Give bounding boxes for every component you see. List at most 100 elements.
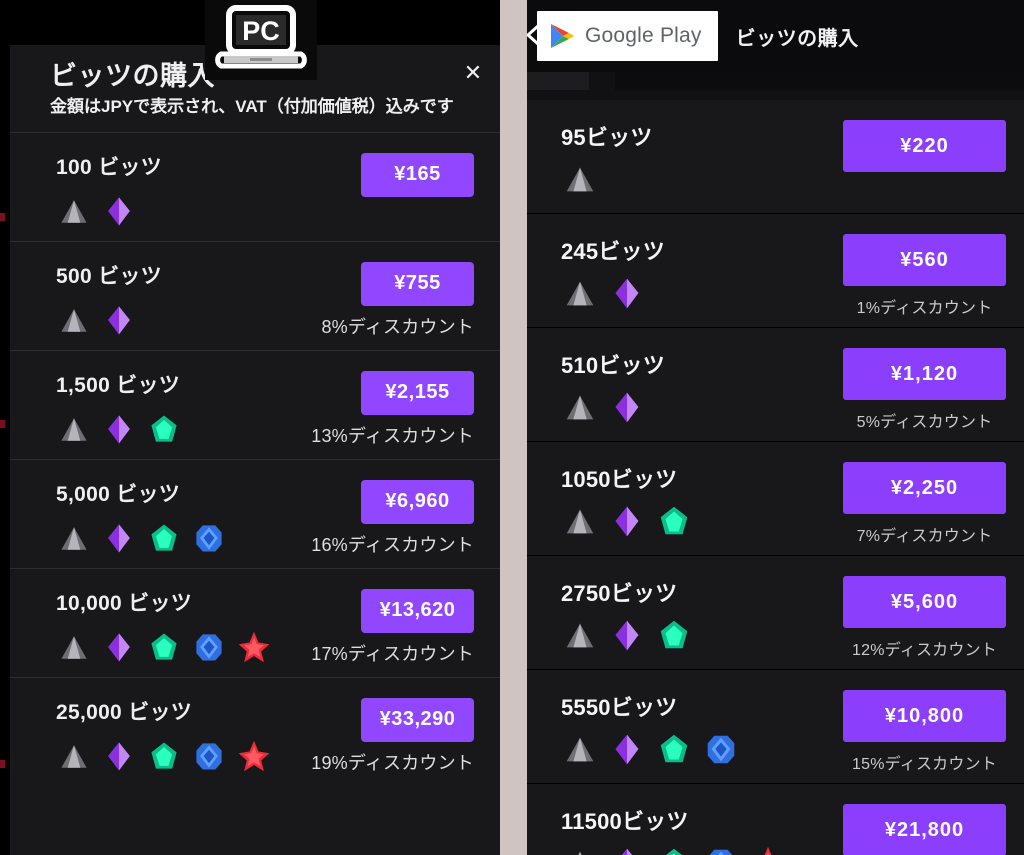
discount-label: 5%ディスカウント xyxy=(856,414,993,431)
bits-package-row[interactable]: 500 ビッツ ¥755 8%ディスカウント xyxy=(10,242,500,350)
bits-amount-label: 1050ビッツ xyxy=(561,467,678,492)
gem-tier-icons xyxy=(56,189,162,229)
buy-price-button[interactable]: ¥2,250 xyxy=(843,462,1006,514)
gray-triangle-icon xyxy=(566,623,594,648)
gray-triangle-icon xyxy=(566,281,594,306)
gray-triangle-icon xyxy=(61,526,87,550)
discount-label: 15%ディスカウント xyxy=(852,756,997,773)
bits-package-row[interactable]: 2750ビッツ ¥5,600 12%ディスカウント xyxy=(527,556,1024,669)
bits-package-row[interactable]: 1050ビッツ ¥2,250 7%ディスカウント xyxy=(527,442,1024,555)
package-info: 510ビッツ xyxy=(561,342,665,426)
bits-amount-label: 95ビッツ xyxy=(561,125,653,150)
gray-triangle-icon xyxy=(566,395,594,420)
buy-price-button[interactable]: ¥33,290 xyxy=(361,697,474,742)
red-star-icon xyxy=(238,740,270,772)
discount-label: 16%ディスカウント xyxy=(311,534,474,555)
buy-price-button[interactable]: ¥755 xyxy=(361,261,474,306)
purple-kite-icon xyxy=(615,620,639,651)
bits-amount-label: 10,000 ビッツ xyxy=(56,591,193,615)
purple-kite-icon xyxy=(615,506,639,537)
purple-kite-icon xyxy=(622,848,632,855)
buy-price-button[interactable]: ¥6,960 xyxy=(361,479,474,524)
gem-tier-icons xyxy=(56,516,227,556)
green-gem-icon xyxy=(151,415,177,442)
gem-tier-icons xyxy=(561,386,665,426)
gray-triangle-icon xyxy=(61,744,87,768)
blue-gem-icon xyxy=(196,525,222,552)
svg-text:PC: PC xyxy=(242,16,280,46)
buy-price-button[interactable]: ¥1,120 xyxy=(843,348,1006,400)
bits-package-row[interactable]: 5,000 ビッツ ¥6,960 16%ディスカウント xyxy=(10,460,500,568)
gem-tier-icons xyxy=(561,728,740,768)
green-gem-icon xyxy=(151,524,177,551)
close-icon[interactable]: ✕ xyxy=(458,58,488,88)
bits-package-row[interactable]: 10,000 ビッツ ¥13,620 17%ディスカウント xyxy=(10,569,500,677)
bits-package-row[interactable]: 11500ビッツ ¥21,80018%ディスカウント xyxy=(527,784,1024,855)
bits-package-row[interactable]: 1,500 ビッツ ¥2,155 13%ディスカウント xyxy=(10,351,500,459)
bits-amount-label: 245ビッツ xyxy=(561,239,665,264)
pc-bits-list: 100 ビッツ ¥165 500 ビッツ ¥755 8%ディスカウント 1,500 ビッツ… xyxy=(10,131,500,786)
green-gem-icon xyxy=(660,734,688,763)
discount-label: 8%ディスカウント xyxy=(321,316,474,337)
back-arrow-icon[interactable] xyxy=(527,24,541,46)
package-info: 2750ビッツ xyxy=(561,570,693,654)
bits-package-row[interactable]: 95ビッツ ¥220 xyxy=(527,100,1024,213)
green-gem-icon xyxy=(151,742,177,769)
package-info: 1,500 ビッツ xyxy=(56,363,182,447)
bits-package-row[interactable]: 510ビッツ ¥1,120 5%ディスカウント xyxy=(527,328,1024,441)
buy-price-button[interactable]: ¥560 xyxy=(843,234,1006,286)
green-gem-icon xyxy=(660,620,688,649)
bits-package-row[interactable]: 25,000 ビッツ ¥33,290 19%ディスカウント xyxy=(10,678,500,786)
package-price-area: ¥21,80018%ディスカウント xyxy=(843,798,1006,855)
gem-tier-icons xyxy=(561,158,652,198)
gem-tier-icons xyxy=(56,298,162,338)
gem-tier-icons xyxy=(56,407,182,447)
google-play-logo: Google Play xyxy=(537,11,718,61)
bits-amount-label: 5,000 ビッツ xyxy=(56,482,181,506)
package-price-area: ¥13,620 17%ディスカウント xyxy=(311,581,474,666)
discount-label: 1%ディスカウント xyxy=(856,300,993,317)
buy-price-button[interactable]: ¥21,800 xyxy=(843,804,1006,855)
red-star-icon xyxy=(764,846,772,855)
gray-triangle-icon xyxy=(61,199,87,223)
package-info: 25,000 ビッツ xyxy=(56,690,272,774)
buy-price-button[interactable]: ¥2,155 xyxy=(361,370,474,415)
buy-price-button[interactable]: ¥220 xyxy=(843,120,1006,172)
package-price-area: ¥755 8%ディスカウント xyxy=(321,254,474,339)
bits-amount-label: 510ビッツ xyxy=(561,353,665,378)
vat-notice: 金額はJPYで表示され、VAT（付加価値税）込みです xyxy=(50,97,454,117)
bits-amount-label: 25,000 ビッツ xyxy=(56,700,193,724)
bits-package-row[interactable]: 100 ビッツ ¥165 xyxy=(10,133,500,241)
green-gem-icon xyxy=(660,506,688,535)
purple-kite-icon xyxy=(615,734,639,765)
green-gem-icon xyxy=(151,633,177,660)
package-info: 5550ビッツ xyxy=(561,684,740,768)
discount-label: 17%ディスカウント xyxy=(311,643,474,664)
blue-gem-icon xyxy=(707,735,735,764)
package-info: 11500ビッツ xyxy=(561,798,787,855)
buy-price-button[interactable]: ¥5,600 xyxy=(843,576,1006,628)
bits-amount-label: 500 ビッツ xyxy=(56,264,162,288)
purple-kite-icon xyxy=(108,306,130,335)
green-gem-icon xyxy=(666,848,682,855)
bits-amount-label: 5550ビッツ xyxy=(561,695,678,720)
edge-mark xyxy=(0,420,5,428)
googleplay-bits-list: 95ビッツ ¥220 245ビッツ ¥560 1%ディスカウント 510ビッツ ¥1,120… xyxy=(527,100,1024,855)
package-price-area: ¥33,290 19%ディスカウント xyxy=(311,690,474,775)
package-info: 5,000 ビッツ xyxy=(56,472,227,556)
purple-kite-icon xyxy=(108,197,130,226)
buy-price-button[interactable]: ¥165 xyxy=(361,152,474,197)
blue-gem-icon xyxy=(196,743,222,770)
bits-package-row[interactable]: 5550ビッツ ¥10,800 15%ディスカウント xyxy=(527,670,1024,783)
discount-label: 7%ディスカウント xyxy=(856,528,993,545)
package-price-area: ¥2,155 13%ディスカウント xyxy=(311,363,474,448)
pc-platform-badge: PC xyxy=(205,0,317,80)
bits-package-row[interactable]: 245ビッツ ¥560 1%ディスカウント xyxy=(527,214,1024,327)
gem-tier-icons xyxy=(561,500,693,540)
purple-kite-icon xyxy=(108,524,130,553)
gray-triangle-icon xyxy=(61,635,87,659)
buy-price-button[interactable]: ¥13,620 xyxy=(361,588,474,633)
package-price-area: ¥560 1%ディスカウント xyxy=(843,228,1006,318)
buy-price-button[interactable]: ¥10,800 xyxy=(843,690,1006,742)
gray-triangle-icon xyxy=(566,167,594,192)
